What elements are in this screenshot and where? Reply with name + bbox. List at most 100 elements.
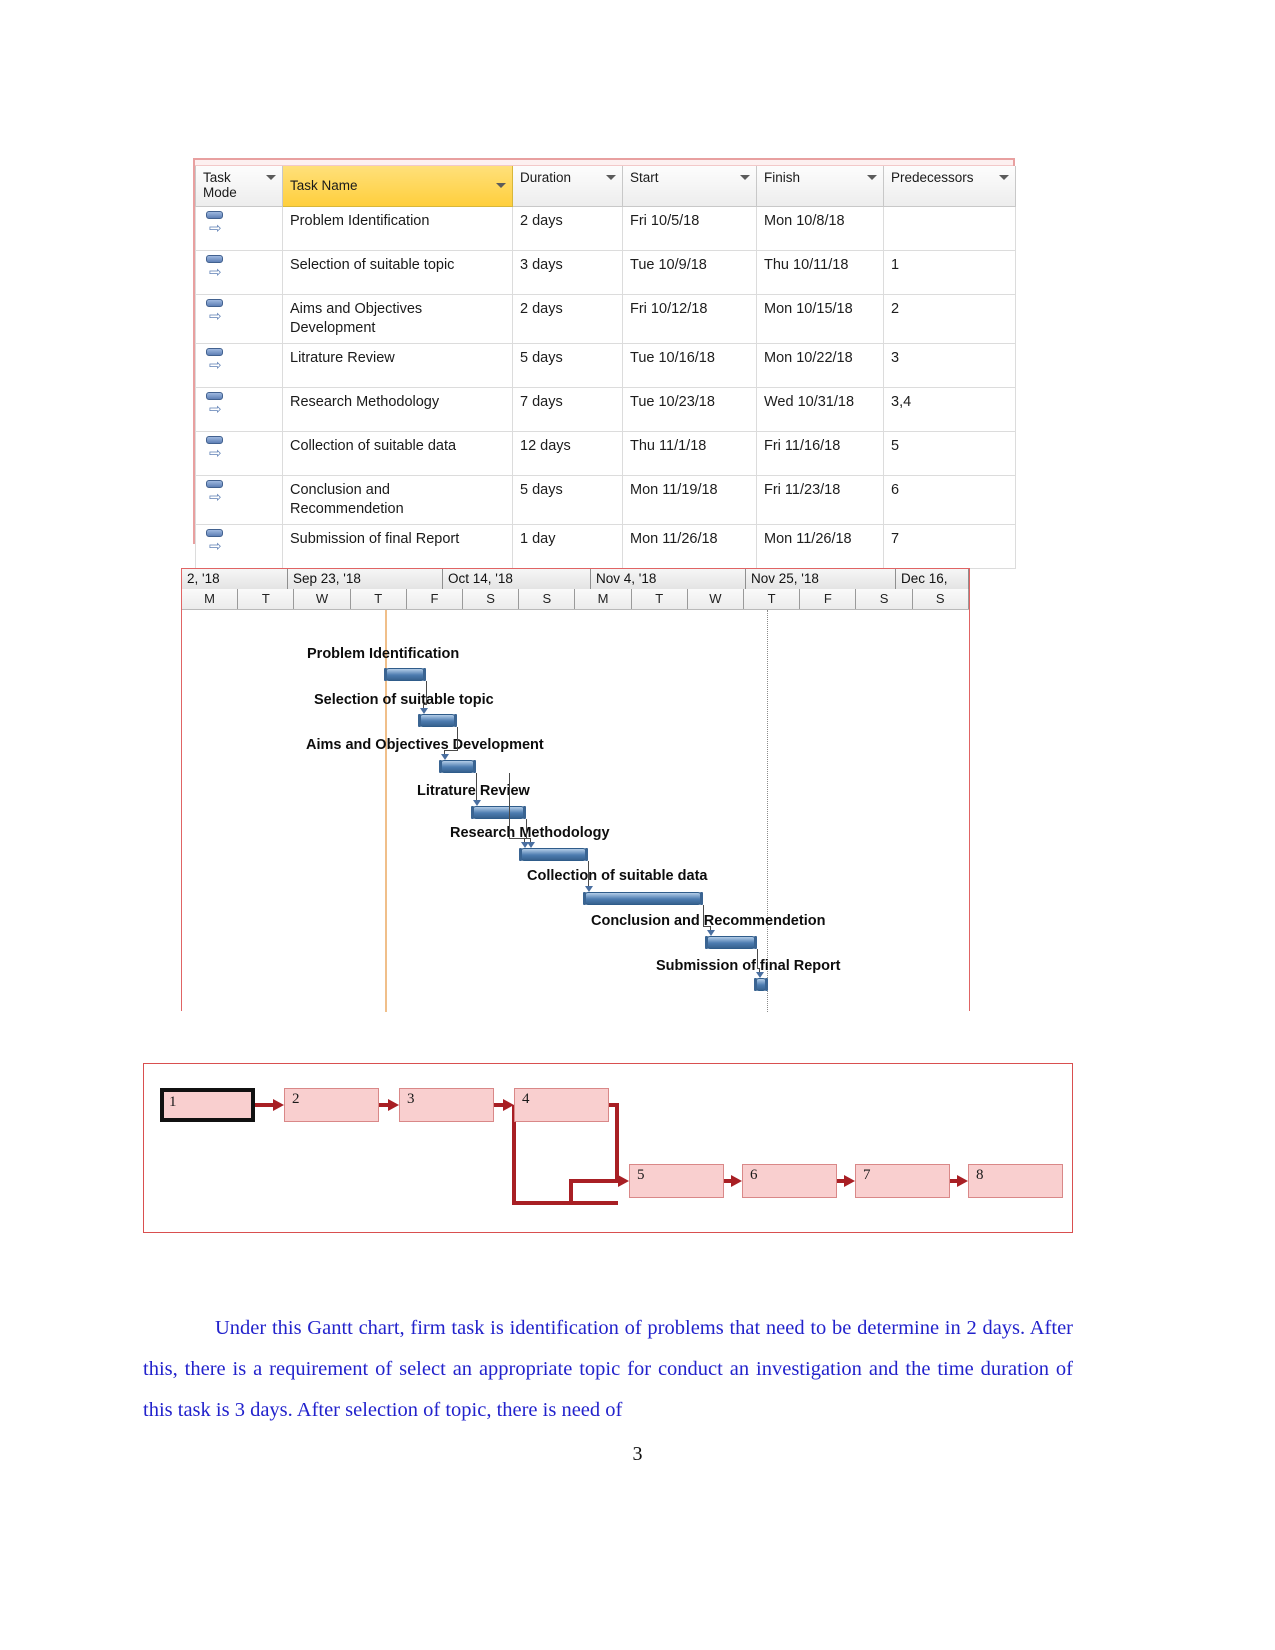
task-duration-cell[interactable]: 2 days xyxy=(512,293,623,344)
task-predecessors-cell[interactable]: 3 xyxy=(883,342,1016,388)
network-node[interactable]: 5 xyxy=(629,1164,724,1198)
chevron-down-icon[interactable] xyxy=(266,175,276,180)
task-predecessors-cell[interactable]: 5 xyxy=(883,430,1016,476)
chevron-down-icon[interactable] xyxy=(606,175,616,180)
task-name-cell[interactable]: Research Methodology xyxy=(282,386,513,432)
table-row[interactable]: ⇨ Litrature Review 5 days Tue 10/16/18 Mon 1… xyxy=(195,342,1016,388)
chevron-down-icon[interactable] xyxy=(740,175,750,180)
task-finish-cell[interactable]: Mon 10/22/18 xyxy=(756,342,884,388)
task-name-cell[interactable]: Problem Identification xyxy=(282,205,513,251)
task-predecessors-cell[interactable] xyxy=(883,205,1016,251)
task-start-cell[interactable]: Thu 11/1/18 xyxy=(622,430,757,476)
table-row[interactable]: ⇨ Conclusion and Recommendetion 5 days Mon … xyxy=(195,474,1016,526)
task-duration-cell[interactable]: 2 days xyxy=(512,205,623,251)
network-node[interactable]: 1 xyxy=(160,1088,255,1122)
task-finish-cell[interactable]: Fri 11/23/18 xyxy=(756,474,884,526)
task-predecessors-cell[interactable]: 3,4 xyxy=(883,386,1016,432)
chevron-down-icon[interactable] xyxy=(867,175,877,180)
network-node[interactable]: 8 xyxy=(968,1164,1063,1198)
task-finish-cell[interactable]: Thu 10/11/18 xyxy=(756,249,884,295)
column-header-predecessors[interactable]: Predecessors xyxy=(883,166,1016,207)
task-start-cell[interactable]: Tue 10/9/18 xyxy=(622,249,757,295)
column-header-finish[interactable]: Finish xyxy=(756,166,884,207)
network-node[interactable]: 3 xyxy=(399,1088,494,1122)
task-predecessors-cell[interactable]: 1 xyxy=(883,249,1016,295)
network-node[interactable]: 7 xyxy=(855,1164,950,1198)
table-row[interactable]: ⇨ Research Methodology 7 days Tue 10/23/18 W… xyxy=(195,386,1016,432)
task-name-cell[interactable]: Submission of final Report xyxy=(282,524,513,569)
gantt-bar[interactable] xyxy=(583,892,703,905)
task-duration-cell[interactable]: 1 day xyxy=(512,524,623,569)
network-node[interactable]: 2 xyxy=(284,1088,379,1122)
network-edge xyxy=(950,1179,957,1183)
task-start-cell[interactable]: Mon 11/19/18 xyxy=(622,474,757,526)
task-start-cell[interactable]: Tue 10/16/18 xyxy=(622,342,757,388)
column-header-task-mode[interactable]: Task Mode xyxy=(195,166,283,207)
task-mode-cell[interactable]: ⇨ xyxy=(195,205,283,251)
gantt-bar[interactable] xyxy=(471,806,526,819)
gantt-timescale-header: 2, '18 Sep 23, '18 Oct 14, '18 Nov 4, '18 No… xyxy=(182,569,969,610)
gantt-bar[interactable] xyxy=(439,760,476,773)
task-mode-cell[interactable]: ⇨ xyxy=(195,474,283,526)
gantt-bar[interactable] xyxy=(418,714,457,727)
task-duration-cell[interactable]: 7 days xyxy=(512,386,623,432)
table-row[interactable]: ⇨ Submission of final Report 1 day Mon 11/2… xyxy=(195,524,1016,569)
chevron-down-icon[interactable] xyxy=(496,183,506,189)
task-mode-cell[interactable]: ⇨ xyxy=(195,386,283,432)
task-duration-cell[interactable]: 5 days xyxy=(512,474,623,526)
gantt-chart-panel: 2, '18 Sep 23, '18 Oct 14, '18 Nov 4, '18 No… xyxy=(181,568,970,1012)
auto-schedule-icon: ⇨ xyxy=(206,347,228,374)
table-row[interactable]: ⇨ Selection of suitable topic 3 days Tue 10… xyxy=(195,249,1016,295)
task-duration-cell[interactable]: 12 days xyxy=(512,430,623,476)
table-row[interactable]: ⇨ Problem Identification 2 days Fri 10/5/18… xyxy=(195,205,1016,251)
gantt-bar[interactable] xyxy=(705,936,757,949)
task-mode-cell[interactable]: ⇨ xyxy=(195,430,283,476)
chevron-down-icon[interactable] xyxy=(999,175,1009,180)
gantt-dependency-link xyxy=(757,949,758,968)
table-header-row: Task Mode Task Name Duration Start Finis… xyxy=(195,166,1016,207)
column-header-label: Finish xyxy=(764,170,801,185)
task-predecessors-cell[interactable]: 2 xyxy=(883,293,1016,344)
task-start-cell[interactable]: Tue 10/23/18 xyxy=(622,386,757,432)
task-name-cell[interactable]: Selection of suitable topic xyxy=(282,249,513,295)
task-name-cell[interactable]: Collection of suitable data xyxy=(282,430,513,476)
task-duration-cell[interactable]: 3 days xyxy=(512,249,623,295)
task-name-cell[interactable]: Conclusion and Recommendetion xyxy=(282,474,513,526)
task-mode-cell[interactable]: ⇨ xyxy=(195,293,283,344)
network-edge xyxy=(615,1179,618,1183)
task-finish-cell[interactable]: Mon 10/8/18 xyxy=(756,205,884,251)
task-finish-cell[interactable]: Wed 10/31/18 xyxy=(756,386,884,432)
task-start-cell[interactable]: Fri 10/12/18 xyxy=(622,293,757,344)
network-node[interactable]: 4 xyxy=(514,1088,609,1122)
auto-schedule-icon: ⇨ xyxy=(206,254,228,281)
gantt-day-label: W xyxy=(687,589,745,609)
auto-schedule-icon: ⇨ xyxy=(206,210,228,237)
gantt-bar-label: Litrature Review xyxy=(417,783,530,799)
task-mode-cell[interactable]: ⇨ xyxy=(195,249,283,295)
task-duration-cell[interactable]: 5 days xyxy=(512,342,623,388)
task-mode-cell[interactable]: ⇨ xyxy=(195,342,283,388)
task-finish-cell[interactable]: Fri 11/16/18 xyxy=(756,430,884,476)
task-finish-cell[interactable]: Mon 11/26/18 xyxy=(756,524,884,569)
task-finish-cell[interactable]: Mon 10/15/18 xyxy=(756,293,884,344)
task-name-cell[interactable]: Aims and Objectives Development xyxy=(282,293,513,344)
network-node[interactable]: 6 xyxy=(742,1164,837,1198)
task-start-cell[interactable]: Mon 11/26/18 xyxy=(622,524,757,569)
column-header-label: Task Mode xyxy=(203,170,237,201)
task-name-cell[interactable]: Litrature Review xyxy=(282,342,513,388)
task-predecessors-cell[interactable]: 7 xyxy=(883,524,1016,569)
task-start-cell[interactable]: Fri 10/5/18 xyxy=(622,205,757,251)
network-edge-arrow xyxy=(844,1175,855,1187)
task-predecessors-cell[interactable]: 6 xyxy=(883,474,1016,526)
table-row[interactable]: ⇨ Aims and Objectives Development 2 days Fr… xyxy=(195,293,1016,344)
column-header-start[interactable]: Start xyxy=(622,166,757,207)
gantt-bar[interactable] xyxy=(519,848,588,861)
gantt-bar[interactable] xyxy=(754,978,768,991)
column-header-duration[interactable]: Duration xyxy=(512,166,623,207)
gantt-bar[interactable] xyxy=(384,668,426,681)
task-mode-cell[interactable]: ⇨ xyxy=(195,524,283,569)
auto-schedule-icon: ⇨ xyxy=(206,529,228,555)
column-header-label: Duration xyxy=(520,170,572,185)
table-row[interactable]: ⇨ Collection of suitable data 12 days Thu 1… xyxy=(195,430,1016,476)
column-header-task-name[interactable]: Task Name xyxy=(282,166,513,207)
